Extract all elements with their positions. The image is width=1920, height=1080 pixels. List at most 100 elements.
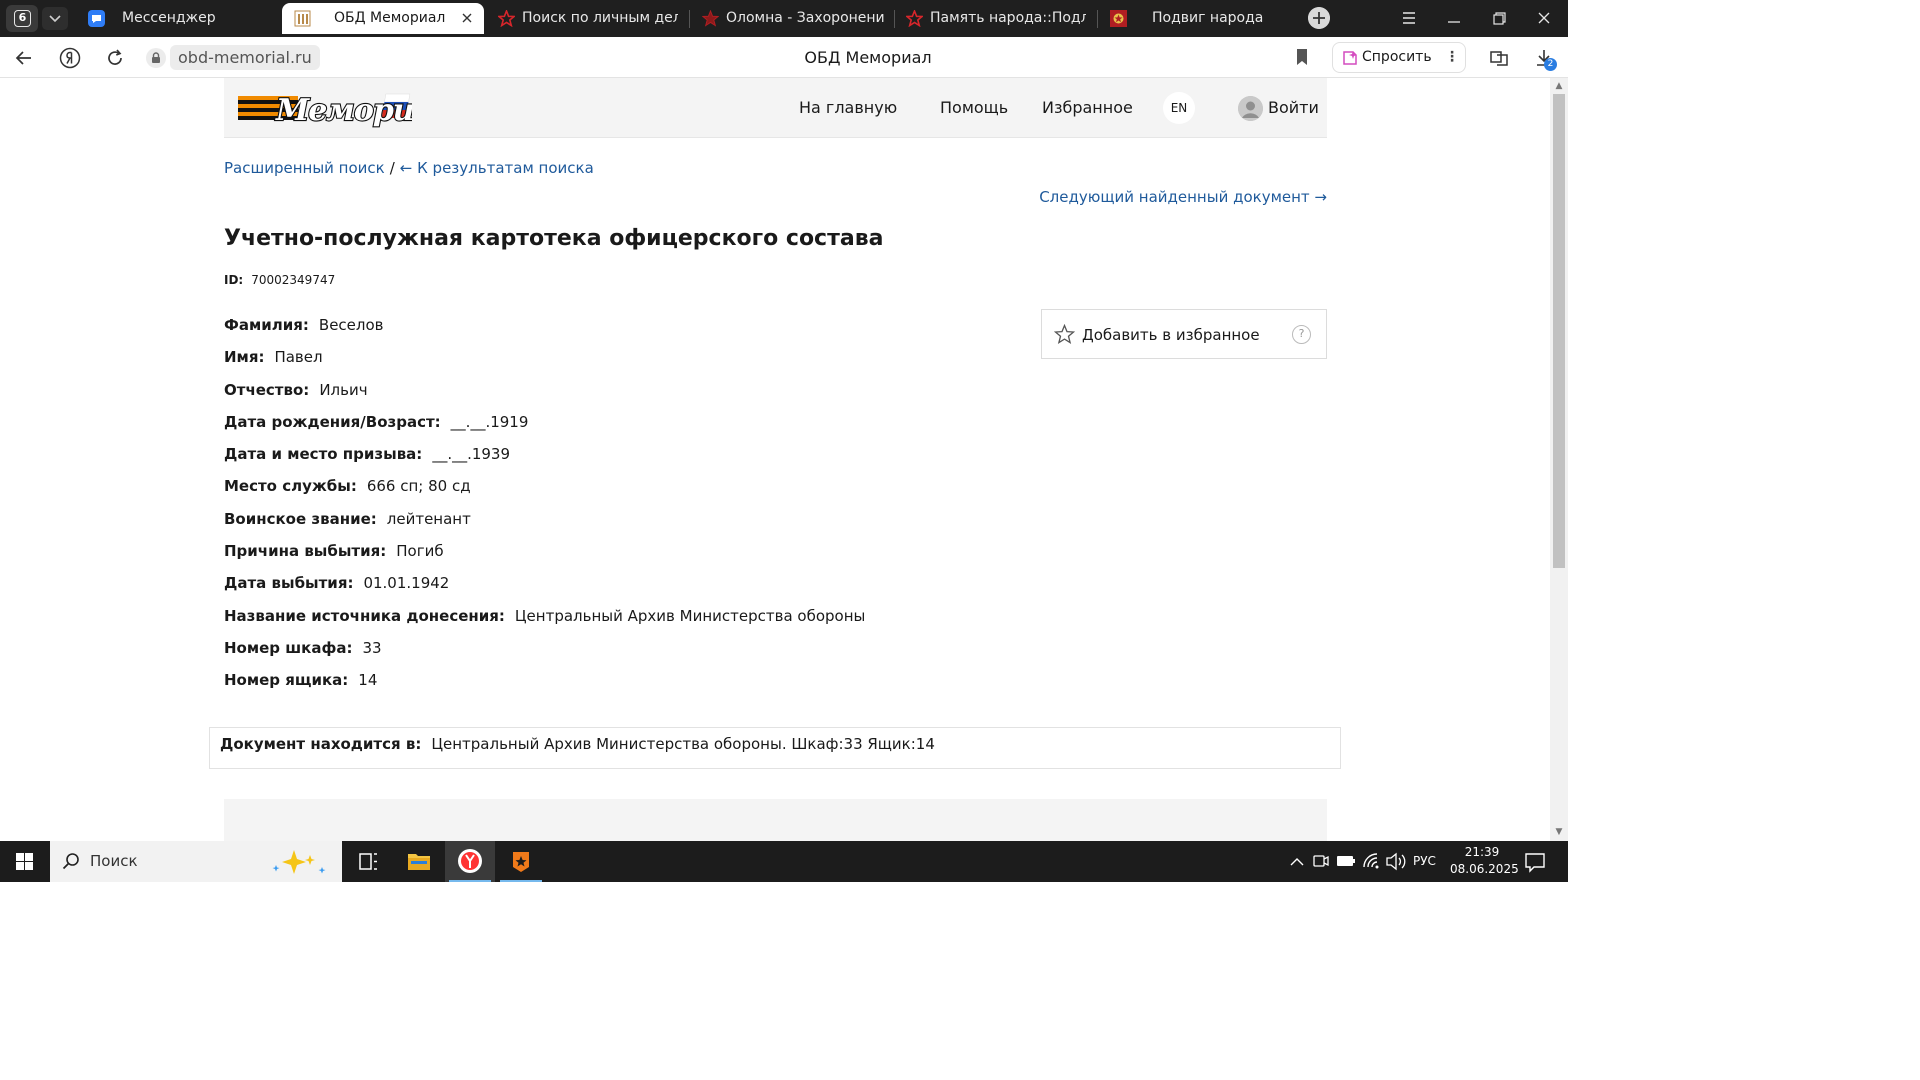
document-fields: Фамилия: Веселов Имя: Павел Отчество: Ильич… bbox=[224, 313, 984, 701]
field-value: лейтенант bbox=[386, 509, 471, 528]
help-question-icon[interactable]: ? bbox=[1292, 325, 1311, 344]
tab-pamyat-naroda[interactable]: Память народа::Подлинные bbox=[898, 3, 1094, 34]
taskbar-clock[interactable]: 21:39 08.06.2025 bbox=[1450, 844, 1519, 878]
back-arrow-icon[interactable] bbox=[12, 46, 36, 70]
tab-personal-files-search[interactable]: Поиск по личным делам ВС bbox=[490, 3, 686, 34]
chevron-up-icon[interactable] bbox=[1286, 841, 1308, 882]
camera-icon[interactable] bbox=[1310, 841, 1332, 882]
field-service-place: Место службы: 666 сп; 80 сд bbox=[224, 474, 984, 506]
taskbar-search-box[interactable]: Поиск bbox=[50, 841, 342, 882]
tab-count: 6 bbox=[14, 10, 31, 27]
url-domain[interactable]: obd-memorial.ru bbox=[170, 45, 320, 70]
lock-icon[interactable] bbox=[146, 48, 166, 68]
more-options-icon[interactable]: ⋮ bbox=[1445, 43, 1459, 72]
field-value: 33 bbox=[362, 638, 382, 657]
field-value: __.__.1939 bbox=[432, 445, 511, 464]
file-explorer-icon bbox=[408, 854, 430, 870]
document-location: Документ находится в: Центральный Архив М… bbox=[209, 727, 1341, 769]
next-document-link[interactable]: Следующий найденный документ → bbox=[1039, 187, 1327, 207]
downloads-count-badge: 2 bbox=[1544, 58, 1557, 71]
wifi-icon[interactable] bbox=[1360, 841, 1382, 882]
field-value: Погиб bbox=[396, 542, 444, 561]
memorial-logo[interactable]: Мемориал bbox=[238, 82, 412, 136]
page-scrollbar[interactable]: ▲ ▼ bbox=[1550, 78, 1568, 841]
windows-taskbar: Поиск РУС 21:39 08.06.2025 bbox=[0, 841, 1568, 882]
ask-label: Спросить bbox=[1362, 49, 1432, 65]
document-title: Учетно-послужная картотека офицерского с… bbox=[224, 226, 884, 251]
field-value: Веселов bbox=[318, 316, 384, 334]
add-to-favorites-button[interactable]: Добавить в избранное ? bbox=[1041, 309, 1327, 359]
search-highlight-sparkle-icon[interactable] bbox=[268, 847, 334, 877]
language-switch-button[interactable]: EN bbox=[1163, 92, 1195, 124]
breadcrumb-separator: / bbox=[389, 159, 395, 177]
speaker-icon[interactable] bbox=[1384, 841, 1406, 882]
close-tab-icon[interactable] bbox=[460, 11, 474, 25]
browser-toolbar: obd-memorial.ru ОБД Мемориал Спросить ⋮ … bbox=[0, 37, 1568, 78]
yandex-logo-icon[interactable] bbox=[58, 46, 82, 70]
svg-text:Мемориал: Мемориал bbox=[275, 93, 412, 128]
field-first-name: Имя: Павел bbox=[224, 345, 984, 377]
tab-messenger[interactable]: Мессенджер bbox=[80, 3, 276, 34]
user-avatar-icon bbox=[1238, 96, 1263, 121]
scrollbar-thumb[interactable] bbox=[1553, 94, 1565, 568]
field-leave-date: Дата выбытия: 01.01.1942 bbox=[224, 571, 984, 603]
field-label: Воинское звание: bbox=[224, 509, 377, 528]
tab-list-chevron-icon[interactable] bbox=[42, 7, 68, 30]
tab-label: Поиск по личным делам ВС bbox=[522, 10, 678, 26]
nav-home-link[interactable]: На главную bbox=[799, 78, 897, 138]
reload-icon[interactable] bbox=[103, 46, 127, 70]
location-label: Документ находится в: bbox=[220, 735, 422, 753]
field-label: Название источника донесения: bbox=[224, 606, 505, 625]
add-to-favorites-label: Добавить в избранное bbox=[1082, 326, 1260, 344]
breadcrumb: Расширенный поиск / ← К результатам поиска bbox=[224, 158, 594, 178]
browser-tab-strip: 6 Мессенджер ОБД Мемориал Поиск по личны… bbox=[0, 0, 1568, 37]
new-tab-plus-icon[interactable] bbox=[1308, 7, 1330, 29]
yandex-browser-taskbar-button[interactable] bbox=[445, 841, 495, 882]
address-bar[interactable]: obd-memorial.ru ОБД Мемориал bbox=[140, 44, 1320, 71]
clock-time: 21:39 bbox=[1464, 845, 1500, 859]
tab-burial-olomna[interactable]: Оломна - Захоронение ВВ bbox=[694, 3, 892, 34]
field-label: Дата рождения/Возраст: bbox=[224, 412, 441, 431]
field-label: Номер шкафа: bbox=[224, 638, 353, 657]
nav-help-link[interactable]: Помощь bbox=[940, 78, 1008, 138]
messenger-icon bbox=[88, 10, 105, 27]
field-label: Имя: bbox=[224, 348, 265, 367]
browser-menu-icon[interactable] bbox=[1386, 0, 1432, 37]
file-explorer-taskbar-button[interactable] bbox=[394, 841, 444, 882]
login-label: Войти bbox=[1268, 98, 1319, 117]
minimize-icon[interactable] bbox=[1431, 0, 1477, 37]
red-star-icon bbox=[702, 10, 719, 27]
field-value: 14 bbox=[358, 671, 378, 690]
task-view-icon[interactable] bbox=[343, 841, 393, 882]
field-value: 01.01.1942 bbox=[363, 574, 450, 593]
tab-label: Подвиг народа bbox=[1152, 10, 1264, 26]
ai-sparkle-icon bbox=[1343, 51, 1357, 65]
scroll-down-arrow-icon[interactable]: ▼ bbox=[1554, 827, 1564, 837]
close-window-icon[interactable] bbox=[1521, 0, 1567, 37]
tab-podvig-naroda[interactable]: Подвиг народа bbox=[1102, 3, 1298, 34]
page-footer-panel bbox=[224, 799, 1327, 841]
nav-favorites-link[interactable]: Избранное bbox=[1042, 78, 1133, 138]
advanced-search-link[interactable]: Расширенный поиск bbox=[224, 159, 385, 177]
back-to-results-link[interactable]: ← К результатам поиска bbox=[400, 159, 594, 177]
notifications-icon[interactable] bbox=[1520, 841, 1550, 882]
field-label: Причина выбытия: bbox=[224, 542, 387, 561]
ask-alice-button[interactable]: Спросить ⋮ bbox=[1332, 42, 1466, 73]
tab-obd-memorial[interactable]: ОБД Мемориал bbox=[282, 3, 484, 34]
field-value: __.__.1919 bbox=[450, 412, 529, 431]
red-star-icon bbox=[498, 10, 515, 27]
site-header: Мемориал На главную Помощь Избранное EN … bbox=[224, 78, 1327, 138]
tab-counter-button[interactable]: 6 bbox=[6, 5, 38, 32]
input-language-indicator[interactable]: РУС bbox=[1413, 841, 1436, 882]
clock-date: 08.06.2025 bbox=[1450, 862, 1519, 876]
bookmark-icon[interactable] bbox=[1292, 47, 1312, 67]
document-id-value: 70002349747 bbox=[251, 273, 336, 287]
scroll-up-arrow-icon[interactable]: ▲ bbox=[1554, 81, 1564, 91]
reading-list-icon[interactable] bbox=[1487, 46, 1511, 70]
restore-window-icon[interactable] bbox=[1476, 0, 1522, 37]
windows-start-icon[interactable] bbox=[0, 841, 50, 882]
field-value: 666 сп; 80 сд bbox=[366, 477, 471, 496]
battery-icon[interactable] bbox=[1334, 841, 1358, 882]
active-app-indicator bbox=[449, 880, 491, 882]
memorial-app-taskbar-button[interactable] bbox=[496, 841, 546, 882]
